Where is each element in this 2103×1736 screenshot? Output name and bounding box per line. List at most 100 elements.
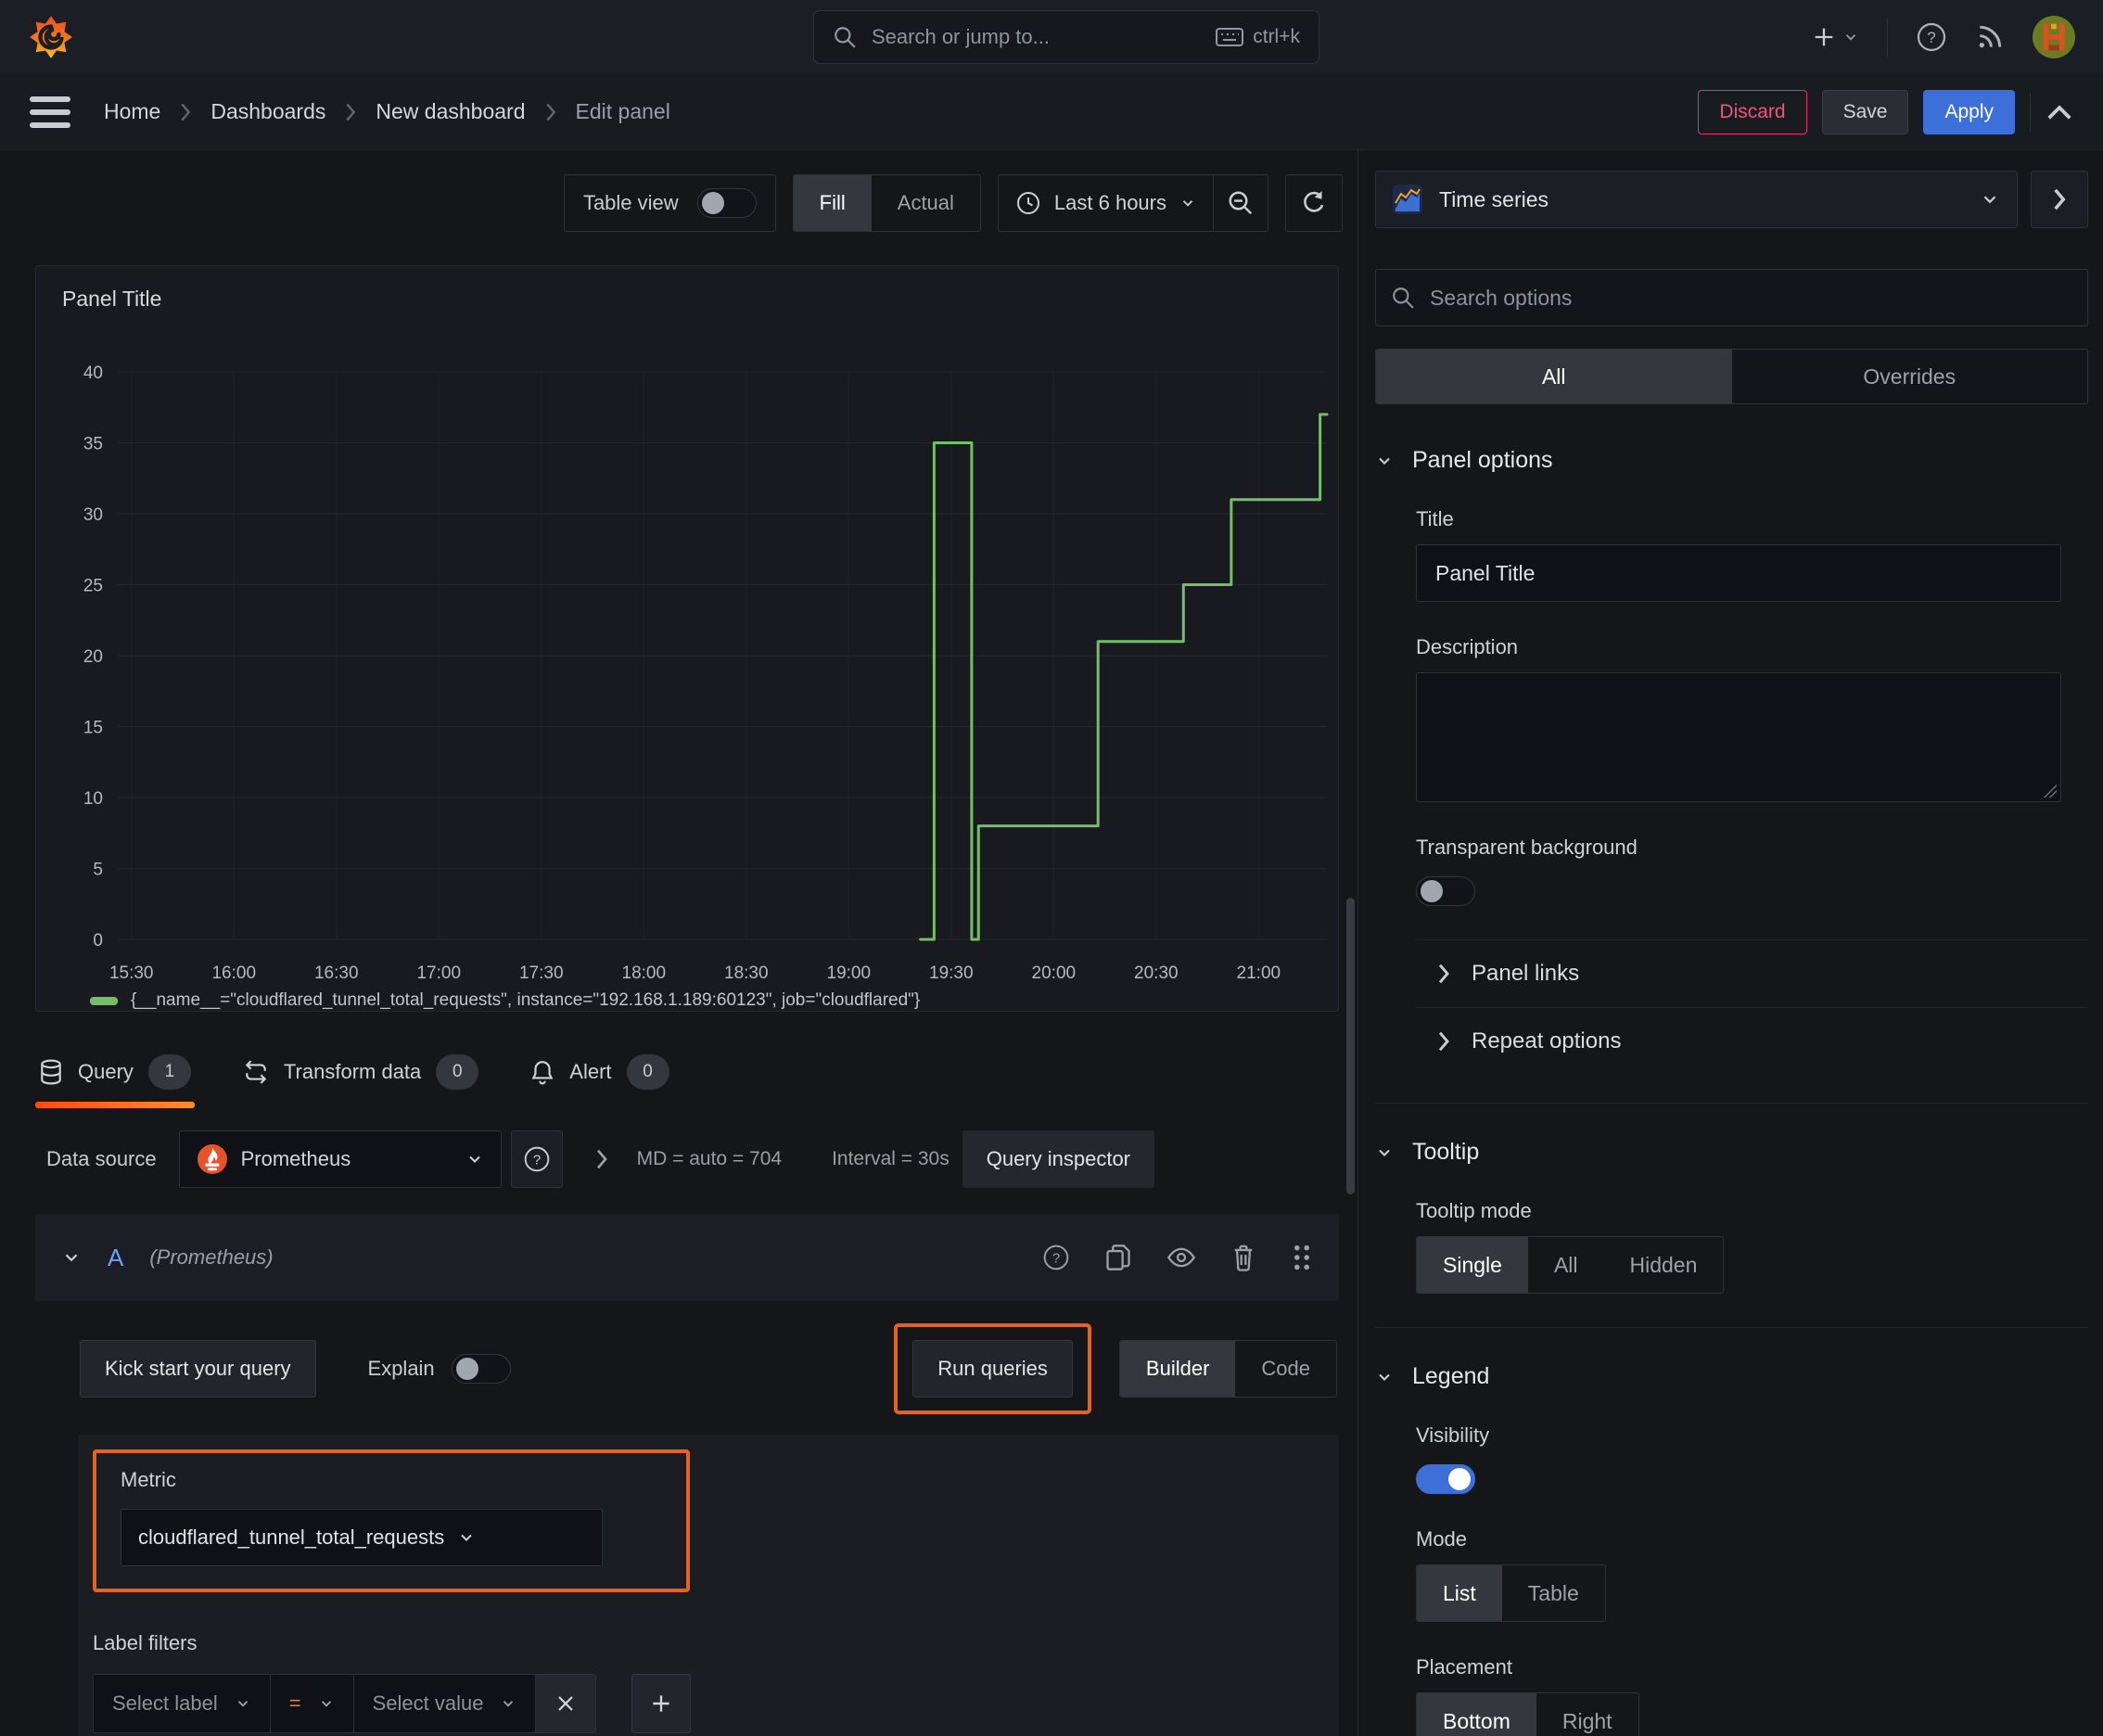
chevron-down-icon: [1379, 457, 1390, 465]
tab-query[interactable]: Query 1: [35, 1038, 195, 1108]
search-options-input[interactable]: Search options: [1375, 269, 2088, 326]
query-inspector-button[interactable]: Query inspector: [962, 1130, 1155, 1188]
interval-value: Interval = 30s: [832, 1148, 950, 1169]
chevron-down-icon: [1379, 1149, 1390, 1156]
datasource-help-button[interactable]: ?: [510, 1130, 563, 1188]
news-button[interactable]: [1975, 22, 2005, 52]
time-series-chart[interactable]: 15:30 16:00 16:30 17:00 17:30 18:00 18:30 19:00…: [44, 318, 1332, 981]
legend-series-label[interactable]: {__name__="cloudflared_tunnel_total_requ…: [131, 990, 920, 1011]
zoom-out-button[interactable]: [1214, 175, 1268, 231]
time-range-picker[interactable]: Last 6 hours: [999, 175, 1213, 231]
panel-title: Panel Title: [62, 287, 162, 311]
chevron-down-icon[interactable]: [61, 1247, 82, 1268]
panel-links-expander[interactable]: Panel links: [1416, 940, 2088, 1007]
chevron-down-icon: [461, 1534, 472, 1541]
tooltip-mode-single[interactable]: Single: [1417, 1237, 1528, 1293]
tab-alert[interactable]: Alert 0: [527, 1038, 672, 1108]
breadcrumb-new-dashboard[interactable]: New dashboard: [376, 99, 525, 124]
duplicate-query-button[interactable]: [1105, 1244, 1131, 1271]
explain-control: Explain: [368, 1354, 511, 1384]
legend-body: Visibility Mode List Table Placement Bot…: [1375, 1423, 2088, 1736]
table-view-toggle[interactable]: [696, 188, 757, 218]
time-range-label: Last 6 hours: [1053, 191, 1166, 214]
query-tabs: Query 1 Transform data 0 Alert 0: [0, 1030, 1357, 1108]
visualization-panel[interactable]: Panel Title 15:30 16:00 16:30 17:00 17:30 18:…: [35, 265, 1339, 1012]
metric-picker[interactable]: cloudflared_tunnel_total_requests: [121, 1509, 603, 1566]
visualization-picker[interactable]: Time series: [1375, 171, 2018, 228]
top-bar: Search or jump to... ctrl+k ?: [0, 0, 2103, 74]
tooltip-mode-hidden[interactable]: Hidden: [1604, 1237, 1724, 1293]
query-row-actions: ?: [1042, 1244, 1313, 1271]
main-scrollbar[interactable]: [1346, 898, 1355, 1194]
datasource-row: Data source Prometheus ? MD = auto = 704…: [46, 1130, 1343, 1188]
table-view-control: Table view: [563, 174, 776, 232]
explain-toggle[interactable]: [451, 1354, 511, 1384]
legend-mode-list[interactable]: List: [1417, 1565, 1502, 1621]
query-help-button[interactable]: ?: [1042, 1244, 1070, 1271]
hide-query-button[interactable]: [1166, 1245, 1196, 1270]
query-row-header[interactable]: A (Prometheus) ?: [35, 1214, 1339, 1301]
builder-option[interactable]: Builder: [1119, 1341, 1236, 1397]
panel-options-header[interactable]: Panel options: [1375, 447, 2088, 474]
topbar-actions: ?: [1811, 16, 2075, 58]
select-value-dropdown[interactable]: Select value: [353, 1675, 537, 1732]
search-input[interactable]: Search or jump to... ctrl+k: [813, 10, 1319, 64]
chevron-down-icon: [237, 1701, 248, 1707]
tab-overrides[interactable]: Overrides: [1732, 350, 2088, 403]
operator-dropdown[interactable]: =: [270, 1675, 354, 1732]
breadcrumb-bar: Home Dashboards New dashboard Edit panel…: [0, 74, 2103, 150]
legend-visibility-toggle[interactable]: [1416, 1464, 1475, 1494]
fill-option[interactable]: Fill: [793, 175, 872, 231]
panel-title-input[interactable]: Panel Title: [1416, 544, 2061, 602]
legend-placement-bottom[interactable]: Bottom: [1417, 1693, 1536, 1736]
help-button[interactable]: ?: [1916, 21, 1947, 53]
query-options-expand-button[interactable]: [594, 1148, 609, 1170]
remove-filter-button[interactable]: [536, 1675, 596, 1732]
select-label-dropdown[interactable]: Select label: [94, 1675, 271, 1732]
topbar-divider: [1887, 18, 1888, 57]
user-avatar[interactable]: [2033, 16, 2075, 58]
description-textarea[interactable]: [1416, 672, 2061, 802]
add-new-button[interactable]: [1811, 24, 1859, 50]
apply-button[interactable]: Apply: [1923, 89, 2015, 134]
max-data-points-value: MD = auto = 704: [636, 1148, 783, 1169]
save-button[interactable]: Save: [1821, 89, 1909, 134]
tab-all[interactable]: All: [1376, 350, 1732, 403]
run-queries-button[interactable]: Run queries: [912, 1340, 1073, 1398]
add-filter-button[interactable]: [631, 1674, 692, 1733]
refresh-button[interactable]: [1285, 174, 1343, 232]
menu-toggle-button[interactable]: [30, 96, 70, 128]
discard-button[interactable]: Discard: [1698, 89, 1807, 134]
tooltip-mode-all[interactable]: All: [1528, 1237, 1604, 1293]
datasource-picker[interactable]: Prometheus: [178, 1130, 502, 1188]
transparent-background-toggle[interactable]: [1416, 876, 1475, 906]
code-option[interactable]: Code: [1235, 1341, 1336, 1397]
legend-mode-table[interactable]: Table: [1502, 1565, 1605, 1621]
chart-legend[interactable]: {__name__="cloudflared_tunnel_total_requ…: [90, 990, 1338, 1011]
tab-transform-data[interactable]: Transform data 0: [239, 1038, 482, 1108]
breadcrumb-home[interactable]: Home: [104, 99, 160, 124]
breadcrumb-dashboards[interactable]: Dashboards: [210, 99, 325, 124]
legend-placement-right[interactable]: Right: [1536, 1693, 1638, 1736]
metric-label: Metric: [121, 1468, 176, 1491]
legend-header[interactable]: Legend: [1375, 1363, 2088, 1390]
query-count-badge: 1: [147, 1054, 191, 1090]
help-icon: ?: [1917, 22, 1946, 52]
toggle-options-pane-button[interactable]: [2031, 171, 2088, 228]
query-options-summary[interactable]: MD = auto = 704 Interval = 30s: [637, 1148, 950, 1170]
delete-query-button[interactable]: [1231, 1244, 1255, 1271]
chevron-right-icon: [596, 1149, 607, 1169]
drag-handle[interactable]: [1291, 1244, 1313, 1271]
tooltip-header[interactable]: Tooltip: [1375, 1139, 2088, 1166]
actual-option[interactable]: Actual: [872, 175, 980, 231]
kick-start-query-button[interactable]: Kick start your query: [80, 1340, 316, 1398]
legend-section: Legend Visibility Mode List Table Placem…: [1375, 1327, 2088, 1736]
zoom-out-icon: [1229, 191, 1253, 215]
repeat-options-expander[interactable]: Repeat options: [1416, 1008, 2088, 1075]
legend-mode-control: List Table: [1416, 1564, 1606, 1622]
description-field-label: Description: [1416, 635, 1519, 658]
collapse-header-button[interactable]: [2046, 102, 2073, 122]
database-icon: [41, 1059, 61, 1085]
grafana-logo-icon[interactable]: [28, 14, 74, 60]
x-tick-label: 17:00: [416, 964, 461, 981]
